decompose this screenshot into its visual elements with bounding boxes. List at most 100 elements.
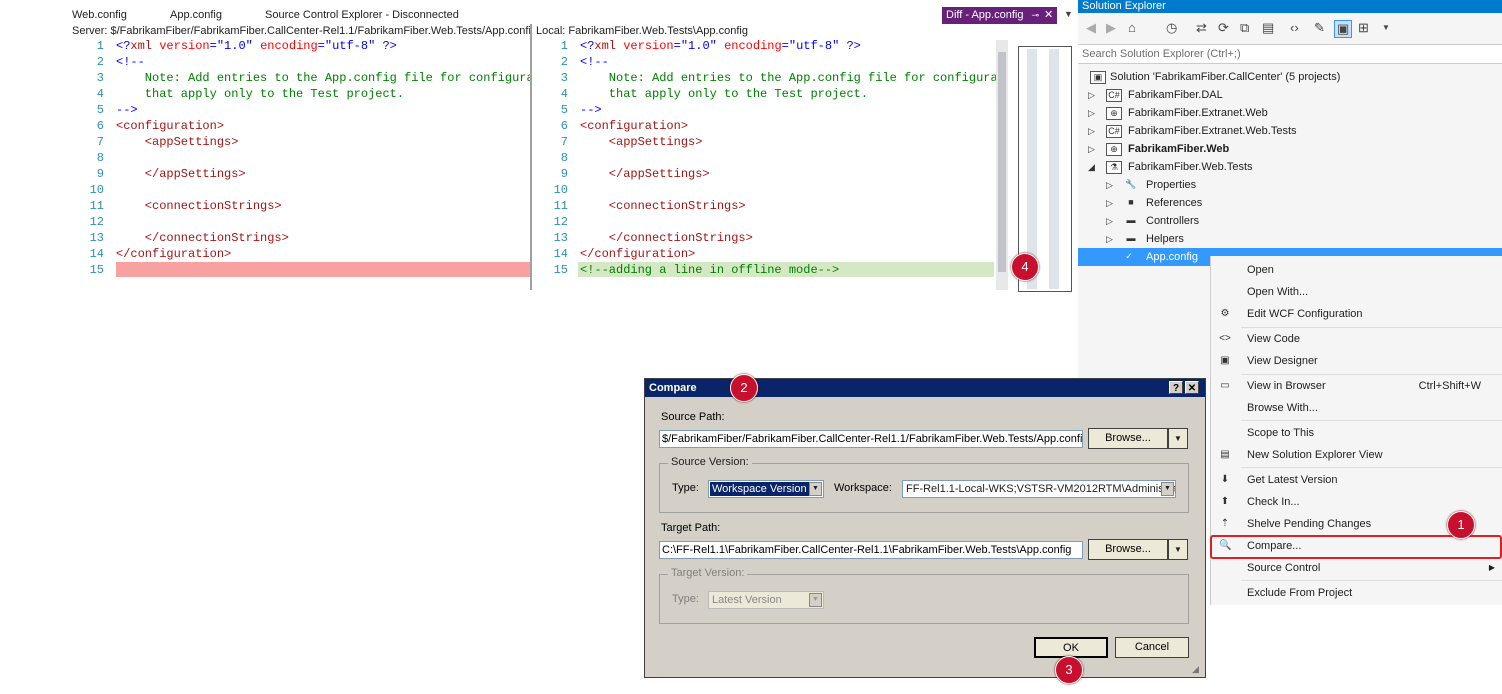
- menu-item-edit-wcf[interactable]: ⚙ Edit WCF Configuration: [1211, 303, 1502, 325]
- expand-icon[interactable]: ▷: [1088, 140, 1095, 158]
- source-type-select[interactable]: Workspace Version ▼: [708, 480, 824, 498]
- menu-item-check-in[interactable]: ⬆ Check In...: [1211, 491, 1502, 513]
- tree-node-references[interactable]: ▷ ■ References: [1078, 194, 1502, 212]
- close-tab-icon[interactable]: ✕: [1044, 7, 1053, 24]
- diff-local-pane[interactable]: Local: FabrikamFiber.Web.Tests\App.confi…: [532, 24, 996, 290]
- solution-explorer-search[interactable]: Search Solution Explorer (Ctrl+;): [1078, 44, 1502, 64]
- local-path-header: Local: FabrikamFiber.Web.Tests\App.confi…: [536, 25, 748, 37]
- source-browse-dropdown-icon[interactable]: ▼: [1168, 428, 1188, 449]
- code-line: 13 </connectionStrings>: [89, 231, 289, 245]
- menu-item-browse-with[interactable]: Browse With...: [1211, 397, 1502, 419]
- tree-node-extranet-web-tests[interactable]: ▷ C# FabrikamFiber.Extranet.Web.Tests: [1078, 122, 1502, 140]
- source-type-label: Type:: [672, 482, 699, 494]
- dialog-title: Compare: [649, 382, 697, 394]
- menu-item-view-in-browser[interactable]: ▭ View in Browser Ctrl+Shift+W: [1211, 375, 1502, 397]
- pin-icon[interactable]: ⊸: [1031, 7, 1039, 24]
- local-code: 1 <?xml version="1.0" encoding="utf-8" ?>…: [532, 38, 996, 278]
- wrench-icon[interactable]: ✎: [1314, 20, 1325, 36]
- tab-diff-app-config[interactable]: Diff - App.config ⊸ ✕: [942, 7, 1058, 24]
- menu-item-view-code[interactable]: <> View Code: [1211, 328, 1502, 350]
- step-marker-3: 3: [1055, 656, 1083, 684]
- tab-overflow-dropdown-icon[interactable]: ▼: [1064, 9, 1073, 19]
- home-icon[interactable]: ⌂: [1128, 20, 1136, 35]
- tree-node-controllers[interactable]: ▷ ▬ Controllers: [1078, 212, 1502, 230]
- diff-server-pane[interactable]: Server: $/FabrikamFiber/FabrikamFiber.Ca…: [68, 24, 530, 290]
- expand-icon[interactable]: ▷: [1106, 212, 1113, 230]
- designer-icon: ▣: [1220, 355, 1230, 366]
- workspace-select[interactable]: FF-Rel1.1-Local-WKS;VSTSR-VM2012RTM\Admi…: [902, 480, 1176, 498]
- tab-web-config[interactable]: Web.config: [72, 9, 127, 21]
- back-icon[interactable]: ◀: [1086, 20, 1096, 36]
- tree-node-extranet-web[interactable]: ▷ ⊕ FabrikamFiber.Extranet.Web: [1078, 104, 1502, 122]
- menu-separator: [1241, 580, 1502, 581]
- source-path-input[interactable]: $/FabrikamFiber/FabrikamFiber.CallCenter…: [659, 430, 1083, 448]
- target-path-input[interactable]: C:\FF-Rel1.1\FabrikamFiber.CallCenter-Re…: [659, 541, 1083, 559]
- chevron-down-icon: ▼: [1161, 482, 1174, 496]
- diagram-icon[interactable]: ⊞: [1358, 20, 1369, 36]
- collapse-icon[interactable]: ◢: [1088, 158, 1095, 176]
- step-marker-4: 4: [1011, 253, 1039, 281]
- document-tab-bar: Web.config App.config Source Control Exp…: [68, 6, 1078, 24]
- chevron-down-icon: ▼: [809, 482, 822, 496]
- expand-icon[interactable]: ▷: [1088, 122, 1095, 140]
- resize-grip-icon[interactable]: ◢: [1192, 664, 1202, 674]
- help-icon[interactable]: ?: [1169, 381, 1183, 394]
- expand-icon[interactable]: ▷: [1106, 230, 1113, 248]
- code-line: 11 <connectionStrings>: [89, 199, 282, 213]
- target-browse-button[interactable]: Browse...: [1088, 539, 1168, 560]
- collapse-all-icon[interactable]: ⧉: [1240, 20, 1249, 36]
- refresh-icon[interactable]: ⇄: [1196, 20, 1207, 36]
- tree-node-web[interactable]: ▷ ⊕ FabrikamFiber.Web: [1078, 140, 1502, 158]
- removed-line-highlight: [116, 262, 530, 277]
- forward-icon[interactable]: ▶: [1106, 20, 1116, 36]
- code-line: 4 that apply only to the Test project.: [560, 87, 869, 101]
- preview-icon[interactable]: ▣: [1334, 20, 1353, 38]
- test-project-icon: ⚗: [1106, 161, 1122, 174]
- copy-icon[interactable]: ▤: [1262, 20, 1274, 36]
- collapse-icon[interactable]: ⟳: [1218, 20, 1229, 36]
- code-icon[interactable]: ‹›: [1290, 20, 1299, 35]
- cancel-button[interactable]: Cancel: [1115, 637, 1189, 658]
- tab-app-config[interactable]: App.config: [170, 9, 222, 21]
- code-line: 12: [553, 215, 568, 229]
- code-line: 11 <connectionStrings>: [553, 199, 746, 213]
- scrollbar-thumb[interactable]: [998, 52, 1006, 272]
- expand-icon[interactable]: ▷: [1088, 86, 1095, 104]
- tree-node-dal[interactable]: ▷ C# FabrikamFiber.DAL: [1078, 86, 1502, 104]
- target-type-select: Latest Version ▼: [708, 591, 824, 609]
- menu-item-get-latest[interactable]: ⬇ Get Latest Version: [1211, 469, 1502, 491]
- code-line: 1 <?xml version="1.0" encoding="utf-8" ?>: [96, 39, 397, 53]
- menu-item-exclude[interactable]: Exclude From Project: [1211, 582, 1502, 604]
- history-icon[interactable]: ◷: [1166, 20, 1177, 36]
- tree-node-web-tests[interactable]: ◢ ⚗ FabrikamFiber.Web.Tests: [1078, 158, 1502, 176]
- expand-icon[interactable]: ▷: [1106, 194, 1113, 212]
- dropdown-icon[interactable]: ▼: [1382, 23, 1390, 32]
- folder-icon: ▬: [1126, 215, 1136, 225]
- code-line: 5 -->: [96, 103, 138, 117]
- expand-icon[interactable]: ▷: [1106, 176, 1113, 194]
- menu-item-source-control[interactable]: Source Control ▶: [1211, 557, 1502, 579]
- web-project-icon: ⊕: [1106, 107, 1122, 120]
- code-line: 12: [89, 215, 104, 229]
- code-line: 13 </connectionStrings>: [553, 231, 753, 245]
- tree-node-properties[interactable]: ▷ 🔧 Properties: [1078, 176, 1502, 194]
- expand-icon[interactable]: ▷: [1088, 104, 1095, 122]
- menu-item-open-with[interactable]: Open With...: [1211, 281, 1502, 303]
- menu-item-new-se-view[interactable]: ▤ New Solution Explorer View: [1211, 444, 1502, 466]
- tree-node-helpers[interactable]: ▷ ▬ Helpers: [1078, 230, 1502, 248]
- submenu-arrow-icon: ▶: [1488, 563, 1495, 572]
- tab-source-control-explorer[interactable]: Source Control Explorer - Disconnected: [265, 9, 459, 21]
- ok-button[interactable]: OK: [1034, 637, 1108, 658]
- code-line: 8: [96, 151, 104, 165]
- menu-item-view-designer[interactable]: ▣ View Designer: [1211, 350, 1502, 372]
- menu-item-scope-to-this[interactable]: Scope to This: [1211, 422, 1502, 444]
- close-icon[interactable]: ✕: [1185, 381, 1199, 394]
- source-browse-button[interactable]: Browse...: [1088, 428, 1168, 449]
- target-browse-dropdown-icon[interactable]: ▼: [1168, 539, 1188, 560]
- dialog-title-bar[interactable]: Compare ? ✕: [645, 379, 1205, 397]
- menu-item-open[interactable]: Open: [1211, 259, 1502, 281]
- code-line: 10: [89, 183, 104, 197]
- get-latest-icon: ⬇: [1220, 474, 1230, 485]
- tree-node-solution[interactable]: ▣ Solution 'FabrikamFiber.CallCenter' (5…: [1078, 68, 1502, 86]
- code-line: 7 <appSettings>: [96, 135, 239, 149]
